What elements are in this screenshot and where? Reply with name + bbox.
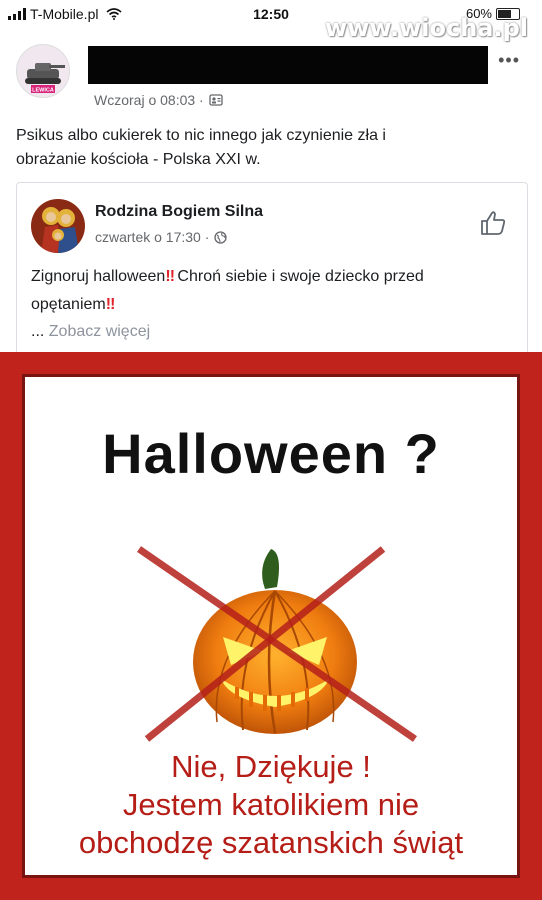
shared-text: Zignoruj halloween‼ Chroń siebie i swoje… <box>31 263 521 319</box>
see-more-link[interactable]: Zobacz więcej <box>49 323 150 340</box>
like-page-icon[interactable] <box>479 209 507 237</box>
poster-line: obchodzę szatanskich świąt <box>78 825 464 860</box>
post-text-line: Psikus albo cukierek to nic innego jak c… <box>16 127 386 144</box>
shared-text-part: Chroń siebie i swoje dziecko przed <box>172 268 424 285</box>
tank-icon: LEWICA <box>25 63 65 94</box>
page-name[interactable]: Rodzina Bogiem Silna <box>95 203 263 221</box>
watermark: www.wiocha.pl <box>324 14 528 42</box>
halloween-poster-image[interactable]: Halloween ? Nie, Dziękuje ! Jestem katol… <box>0 352 542 900</box>
shared-text-part: Zignoruj halloween <box>31 268 166 285</box>
ellipsis: ... <box>31 323 49 340</box>
friends-audience-icon[interactable] <box>209 94 223 106</box>
poster-line: Nie, Dziękuje ! <box>171 749 371 784</box>
shared-timestamp-row: czwartek o 17:30 · <box>95 229 228 245</box>
shared-timestamp[interactable]: czwartek o 17:30 · <box>95 229 209 245</box>
post-timestamp-row: Wczoraj o 08:03 · <box>94 92 223 108</box>
author-avatar[interactable]: LEWICA <box>16 44 70 98</box>
page-avatar[interactable] <box>31 199 85 253</box>
more-options-icon[interactable]: ••• <box>498 50 520 71</box>
shared-text-part: opętaniem <box>31 296 106 313</box>
holy-family-icon <box>31 199 85 253</box>
post-text-line: obrażanie kościoła - Polska XXI w. <box>16 151 261 168</box>
globe-icon <box>214 230 228 244</box>
post-text: Psikus albo cukierek to nic innego jak c… <box>16 124 516 172</box>
post-timestamp[interactable]: Wczoraj o 08:03 · <box>94 92 204 108</box>
double-exclamation-icon: ‼ <box>105 296 116 313</box>
shared-post-card[interactable]: Rodzina Bogiem Silna czwartek o 17:30 · … <box>16 182 528 353</box>
post-header: LEWICA ••• Wczoraj o 08:03 · <box>16 44 526 108</box>
avatar-badge-text: LEWICA <box>32 88 54 94</box>
see-more-row: ... Zobacz więcej <box>31 323 150 341</box>
poster-line: Jestem katolikiem nie <box>122 787 420 822</box>
poster-title: Halloween ? <box>102 422 440 485</box>
crossed-pumpkin-icon <box>137 546 417 742</box>
double-exclamation-icon: ‼ <box>165 268 175 285</box>
redacted-author-name <box>88 46 488 84</box>
poster-inner: Halloween ? Nie, Dziękuje ! Jestem katol… <box>22 374 520 878</box>
